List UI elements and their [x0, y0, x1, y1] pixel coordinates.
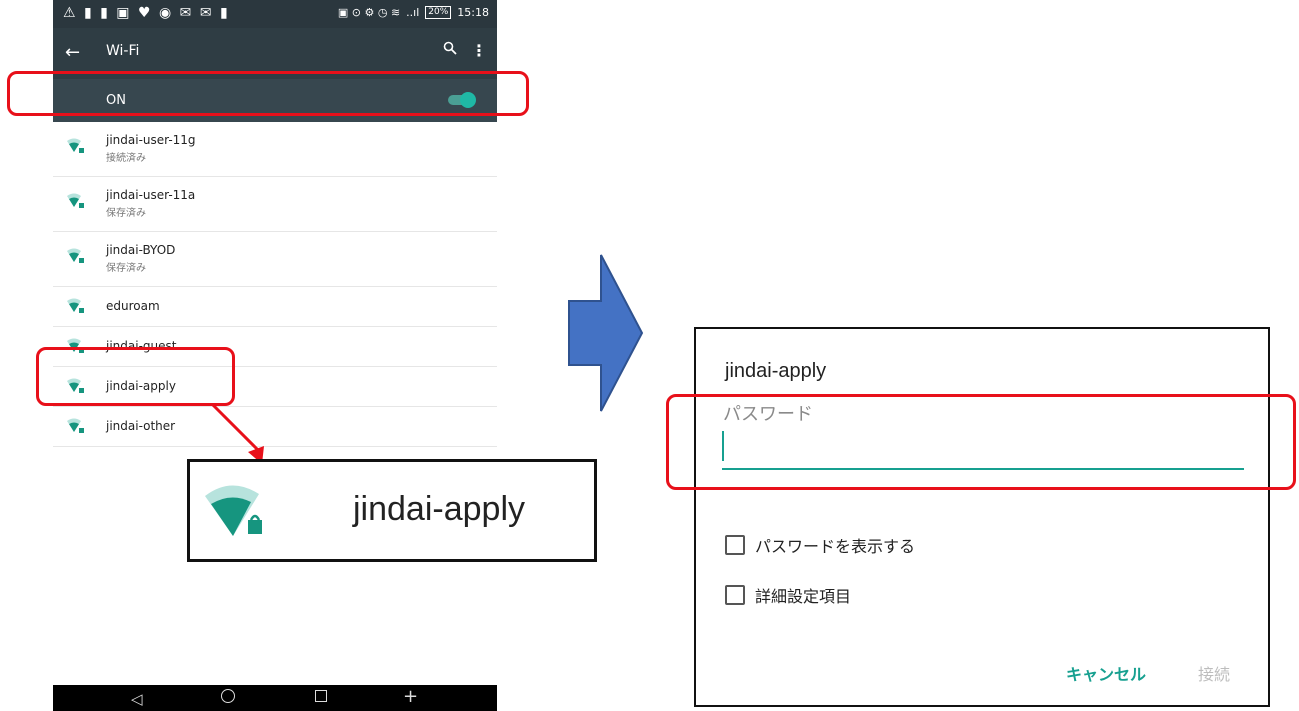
highlight-password-field: [666, 394, 1296, 490]
status-bar: ⚠ ▮ ▮ ▣ ♥ ◉ ✉ ✉ ▮ ▣ ⊙ ⚙ ◷ ≋ ..ıl 20% 15:…: [53, 0, 497, 28]
nav-plus-icon[interactable]: +: [403, 686, 418, 707]
wifi-locked-icon: [67, 248, 84, 263]
page-title: Wi-Fi: [106, 43, 140, 59]
wifi-locked-icon: [67, 138, 84, 153]
signal-icon: ..ıl: [406, 6, 420, 19]
wifi-item-status: 保存済み: [106, 208, 146, 219]
wifi-item-name: eduroam: [106, 299, 160, 313]
search-icon[interactable]: [443, 41, 457, 55]
nav-bar: ◁ +: [53, 685, 497, 711]
wifi-item-jindai-user-11g[interactable]: jindai-user-11g 接続済み: [53, 122, 497, 177]
status-right: ▣ ⊙ ⚙ ◷ ≋ ..ıl 20% 15:18: [338, 6, 489, 19]
wifi-item-status: 保存済み: [106, 263, 146, 274]
wifi-item-jindai-user-11a[interactable]: jindai-user-11a 保存済み: [53, 177, 497, 232]
notification-icons: ⚠ ▮ ▮ ▣ ♥ ◉ ✉ ✉ ▮: [63, 5, 230, 21]
status-icons: ▣ ⊙ ⚙ ◷ ≋: [337, 6, 401, 19]
wifi-connect-dialog: jindai-apply パスワード パスワードを表示する 詳細設定項目 キャン…: [694, 327, 1270, 707]
highlight-toggle-row: [7, 71, 529, 116]
wifi-item-name: jindai-user-11a: [106, 188, 196, 202]
wifi-item-name: jindai-other: [106, 419, 176, 433]
clock: 15:18: [457, 6, 489, 19]
dialog-title: jindai-apply: [725, 360, 827, 382]
nav-back-icon[interactable]: ◁: [131, 690, 143, 708]
advanced-options-option[interactable]: 詳細設定項目: [725, 583, 851, 607]
zoom-network-name: jindai-apply: [353, 490, 525, 528]
advanced-options-checkbox[interactable]: [725, 585, 745, 605]
show-password-label: パスワードを表示する: [755, 537, 916, 556]
connect-button[interactable]: 接続: [1198, 661, 1230, 685]
callout-arrow: [210, 402, 264, 464]
nav-home-icon[interactable]: [221, 689, 235, 703]
flow-arrow: [568, 254, 644, 412]
zoom-callout: jindai-apply: [187, 459, 597, 562]
show-password-option[interactable]: パスワードを表示する: [725, 533, 915, 557]
wifi-locked-icon: [67, 298, 84, 313]
advanced-options-label: 詳細設定項目: [755, 587, 852, 606]
wifi-item-eduroam[interactable]: eduroam: [53, 287, 497, 327]
wifi-locked-icon: [67, 418, 84, 433]
wifi-item-jindai-byod[interactable]: jindai-BYOD 保存済み: [53, 232, 497, 287]
back-arrow-icon[interactable]: ←: [65, 42, 80, 63]
cancel-button[interactable]: キャンセル: [1066, 661, 1146, 685]
battery-icon: 20%: [425, 6, 452, 19]
wifi-item-status: 接続済み: [106, 153, 146, 164]
wifi-locked-icon: [205, 485, 262, 536]
show-password-checkbox[interactable]: [725, 535, 745, 555]
wifi-item-name: jindai-user-11g: [106, 133, 196, 147]
overflow-menu-icon[interactable]: ⋮: [471, 41, 487, 60]
wifi-locked-icon: [67, 193, 84, 208]
wifi-item-name: jindai-BYOD: [106, 243, 176, 257]
nav-recents-icon[interactable]: [315, 690, 327, 702]
